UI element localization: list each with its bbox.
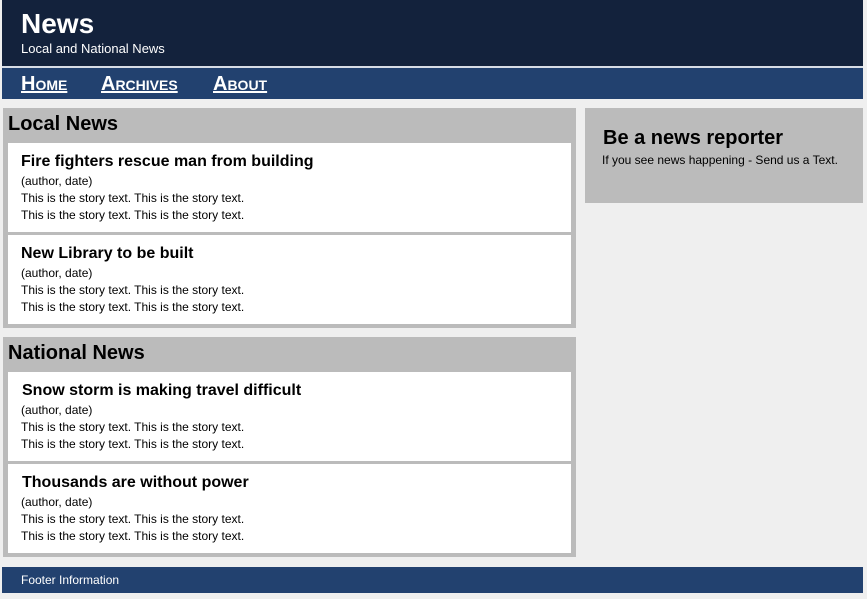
local-news-section: Local News Fire fighters rescue man from… xyxy=(3,108,576,328)
site-header: News Local and National News xyxy=(2,0,863,66)
main-nav: Home Archives About xyxy=(2,68,863,99)
story-text: This is the story text. This is the stor… xyxy=(21,512,245,526)
story-text: This is the story text. This is the stor… xyxy=(21,300,245,314)
sidebar-title: Be a news reporter xyxy=(603,127,784,149)
sidebar-text: If you see news happening - Send us a Te… xyxy=(602,153,838,167)
national-news-section: National News Snow storm is making trave… xyxy=(3,337,576,557)
story-text: This is the story text. This is the stor… xyxy=(21,283,245,297)
nav-link-archives[interactable]: Archives xyxy=(101,73,178,95)
story-card: Thousands are without power (author, dat… xyxy=(8,464,571,553)
section-title: Local News xyxy=(8,113,119,135)
site-title: News xyxy=(21,8,95,39)
page: News Local and National News Home Archiv… xyxy=(0,0,867,599)
section-title: National News xyxy=(8,342,145,364)
story-text: This is the story text. This is the stor… xyxy=(21,529,245,543)
site-subtitle: Local and National News xyxy=(21,41,165,56)
story-card: Snow storm is making travel difficult (a… xyxy=(8,372,571,461)
story-meta: (author, date) xyxy=(21,174,93,188)
story-text: This is the story text. This is the stor… xyxy=(21,208,245,222)
story-card: Fire fighters rescue man from building (… xyxy=(8,143,571,232)
story-text: This is the story text. This is the stor… xyxy=(21,437,245,451)
footer-text: Footer Information xyxy=(21,573,120,587)
story-meta: (author, date) xyxy=(21,266,93,280)
story-meta: (author, date) xyxy=(21,403,93,417)
nav-link-home[interactable]: Home xyxy=(21,73,67,95)
story-meta: (author, date) xyxy=(21,495,93,509)
site-footer: Footer Information xyxy=(2,567,863,593)
story-title: Thousands are without power xyxy=(22,474,249,491)
story-title: Fire fighters rescue man from building xyxy=(21,153,314,170)
story-title: New Library to be built xyxy=(21,245,194,262)
story-card: New Library to be built (author, date) T… xyxy=(8,235,571,324)
story-text: This is the story text. This is the stor… xyxy=(21,420,245,434)
nav-link-about[interactable]: About xyxy=(213,73,267,95)
sidebar-reporter-box: Be a news reporter If you see news happe… xyxy=(585,108,863,203)
story-title: Snow storm is making travel difficult xyxy=(22,382,302,399)
story-text: This is the story text. This is the stor… xyxy=(21,191,245,205)
